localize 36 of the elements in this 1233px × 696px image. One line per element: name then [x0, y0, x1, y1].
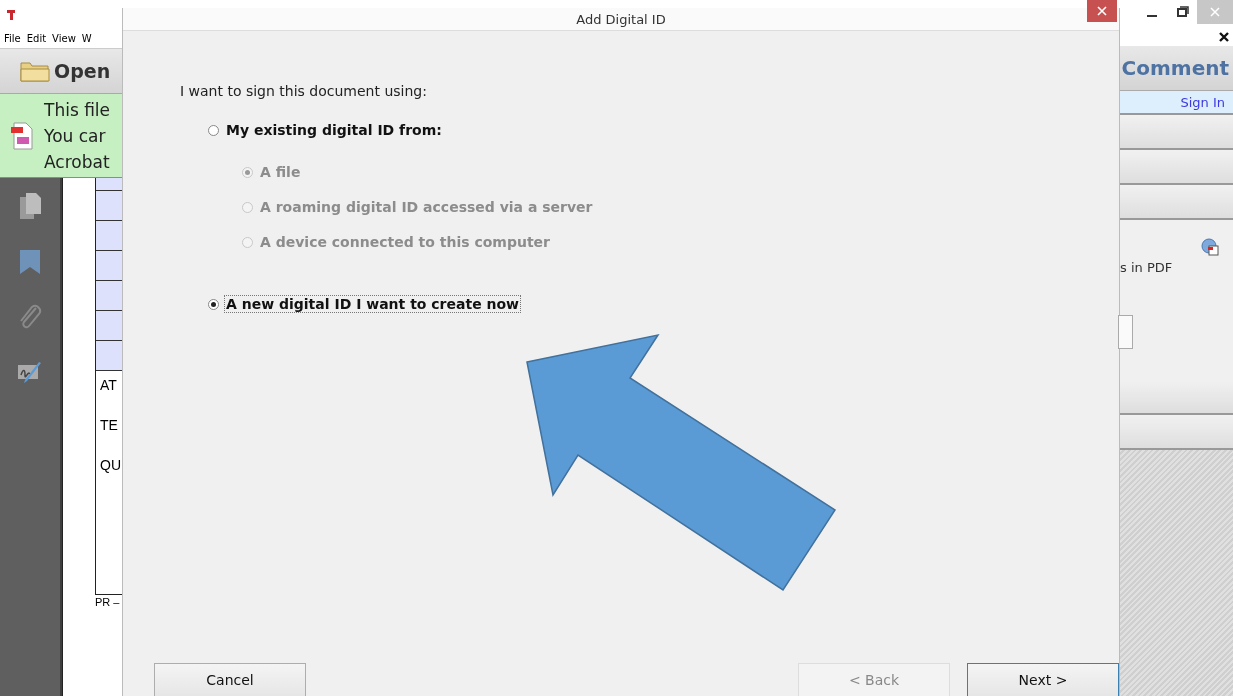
table-cell	[96, 178, 122, 191]
prompt-text: I want to sign this document using:	[180, 83, 428, 99]
pages-icon[interactable]	[18, 192, 42, 220]
document-text: AT	[100, 377, 118, 393]
notice-text: This file	[44, 98, 111, 122]
table-cell	[96, 281, 122, 311]
globe-icon	[1201, 238, 1219, 256]
pdf-logo-icon	[6, 9, 18, 21]
close-button[interactable]	[1087, 0, 1117, 22]
document-text: PR –	[95, 596, 121, 608]
dialog-button[interactable]: Next >	[967, 663, 1119, 696]
table-cell	[96, 311, 122, 341]
panel-field[interactable]	[1118, 315, 1133, 349]
bookmark-icon[interactable]	[18, 248, 42, 276]
menu-item[interactable]: File	[4, 32, 21, 44]
document-text: TE	[100, 417, 119, 433]
radio-option[interactable]: A new digital ID I want to create now	[208, 295, 1119, 313]
document-text: QU	[100, 457, 122, 473]
table-cell	[96, 341, 122, 371]
table-cell	[96, 221, 122, 251]
radio-option[interactable]: My existing digital ID from:	[208, 121, 1119, 139]
close-icon[interactable]	[1219, 32, 1229, 42]
panel-text: s in PDF	[1120, 260, 1173, 275]
window-title: Add Digital ID	[576, 11, 666, 27]
dialog-button[interactable]: Cancel	[154, 663, 306, 696]
signature-icon[interactable]	[17, 360, 43, 386]
table-cell	[96, 251, 122, 281]
menu-item[interactable]: W	[81, 32, 92, 44]
close-icon	[1097, 6, 1107, 16]
notice-text: You car	[44, 124, 107, 148]
document-icon	[10, 121, 34, 150]
menu-item[interactable]: View	[52, 32, 76, 44]
notice-text: Acrobat	[44, 150, 111, 174]
folder-icon	[20, 60, 50, 82]
menu-item[interactable]: Edit	[26, 32, 47, 44]
table-cell	[96, 191, 122, 221]
